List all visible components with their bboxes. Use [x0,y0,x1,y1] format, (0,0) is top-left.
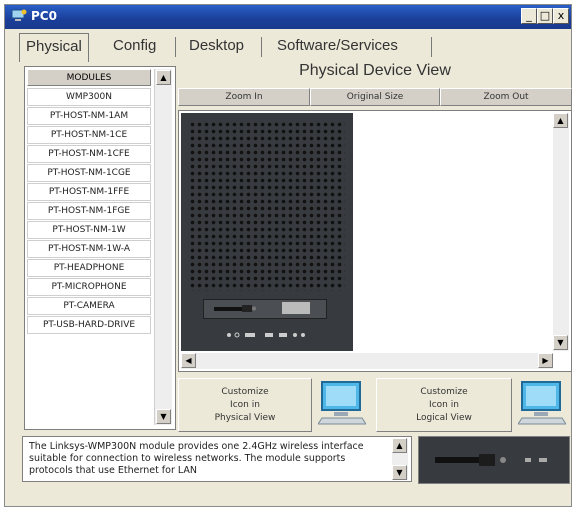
modules-scrollbar[interactable]: ▲ ▼ [154,69,172,425]
customize-physical-label-line3: Physical View [214,413,276,423]
description-scrollbar[interactable]: ▲ ▼ [392,438,408,480]
module-item[interactable]: PT-HEADPHONE [27,259,151,277]
pc-monitor-icon[interactable] [318,378,366,428]
module-item[interactable]: PT-HOST-NM-1FGE [27,202,151,220]
zoom-out-button[interactable]: Zoom Out [440,88,572,106]
close-button[interactable]: x [553,8,569,24]
scroll-up-arrow-icon[interactable]: ▲ [156,70,171,85]
minimize-button[interactable]: _ [521,8,537,24]
module-item[interactable]: PT-HOST-NM-1W-A [27,240,151,258]
zoom-in-button[interactable]: Zoom In [178,88,310,106]
customize-logical-icon-button[interactable]: Customize Icon in Logical View [376,378,512,432]
module-item[interactable]: PT-USB-HARD-DRIVE [27,316,151,334]
scroll-left-arrow-icon[interactable]: ◀ [181,353,196,368]
window-title: PC0 [31,9,57,23]
scroll-up-arrow-icon[interactable]: ▲ [553,113,568,128]
tab-separator [431,37,432,57]
tab-physical[interactable]: Physical [19,33,89,62]
module-slot[interactable] [203,299,327,319]
pc-monitor-icon[interactable] [518,378,566,428]
original-size-button[interactable]: Original Size [310,88,440,106]
module-item[interactable]: PT-HOST-NM-1W [27,221,151,239]
wireless-module-icon [214,305,256,312]
module-item[interactable]: PT-HOST-NM-1CGE [27,164,151,182]
scroll-up-arrow-icon[interactable]: ▲ [392,438,407,453]
customize-logical-label-line2: Icon in [429,400,459,410]
status-lights-icon [227,332,305,338]
customize-logical-label-line1: Customize [420,387,468,397]
module-item[interactable]: WMP300N [27,88,151,106]
physical-device-canvas[interactable]: ▲ ▼ ◀ ▶ [178,110,572,372]
tab-separator [261,37,262,57]
wireless-card-icon [435,454,547,466]
module-item[interactable]: PT-HOST-NM-1AM [27,107,151,125]
module-description: The Linksys-WMP300N module provides one … [22,436,412,482]
module-item[interactable]: PT-MICROPHONE [27,278,151,296]
pc-icon [11,9,27,21]
modules-header: MODULES [27,69,151,86]
scroll-down-arrow-icon[interactable]: ▼ [392,465,407,480]
scroll-right-arrow-icon[interactable]: ▶ [538,353,553,368]
customize-logical-label-line3: Logical View [416,413,472,423]
scroll-down-arrow-icon[interactable]: ▼ [156,409,171,424]
tab-software-services[interactable]: Software/Services [271,33,404,59]
maximize-button[interactable]: □ [537,8,553,24]
title-bar[interactable]: PC0 _ □ x [5,5,571,29]
module-item[interactable]: PT-HOST-NM-1CFE [27,145,151,163]
pc-device-image [181,113,353,351]
tab-config[interactable]: Config [107,33,162,59]
port-icon [282,302,310,314]
customize-physical-label-line1: Customize [221,387,269,397]
module-item[interactable]: PT-CAMERA [27,297,151,315]
tab-separator [175,37,176,57]
scroll-down-arrow-icon[interactable]: ▼ [553,335,568,350]
tab-desktop[interactable]: Desktop [183,33,250,59]
customize-physical-icon-button[interactable]: Customize Icon in Physical View [178,378,312,432]
modules-list: MODULES WMP300N PT-HOST-NM-1AM PT-HOST-N… [24,66,176,430]
physical-device-view-title: Physical Device View [299,62,451,79]
module-item[interactable]: PT-HOST-NM-1CE [27,126,151,144]
device-vent-grille [189,121,345,291]
horizontal-scrollbar[interactable]: ◀ ▶ [181,353,553,369]
module-item[interactable]: PT-HOST-NM-1FFE [27,183,151,201]
customize-physical-label-line2: Icon in [230,400,260,410]
zoom-toolbar: Zoom In Original Size Zoom Out [178,88,572,106]
vertical-scrollbar[interactable]: ▲ ▼ [553,113,569,351]
module-preview-image [418,436,570,484]
